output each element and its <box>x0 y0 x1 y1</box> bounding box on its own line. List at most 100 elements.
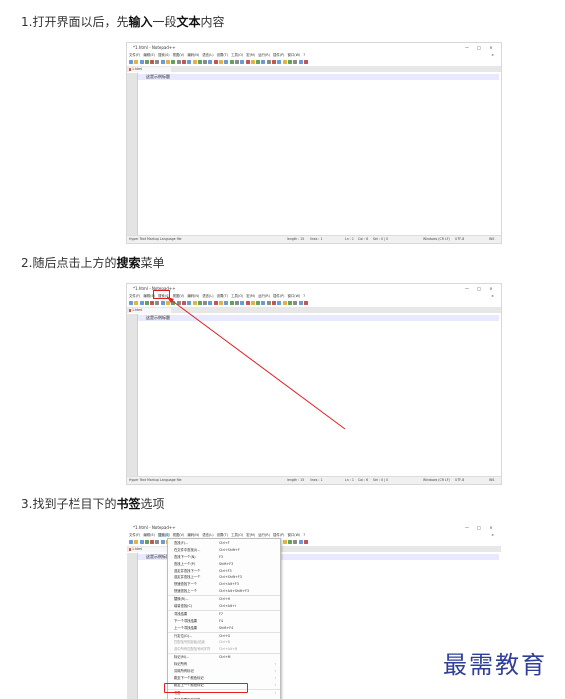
toolbar-button-icon[interactable] <box>219 60 224 64</box>
menu-macro[interactable]: 宏(M) <box>246 533 255 537</box>
menu-language[interactable]: 语言(L) <box>202 53 213 57</box>
toolbar-button-icon[interactable] <box>144 540 149 544</box>
toolbar-button-icon[interactable] <box>144 60 149 64</box>
toolbar-button-icon[interactable] <box>250 60 255 64</box>
toolbar-button-icon[interactable] <box>171 60 176 64</box>
toolbar-button-icon[interactable] <box>139 540 144 544</box>
search-menu-item[interactable]: 选定并查找下一个 Ctrl+F3 <box>168 568 280 575</box>
menu-window[interactable]: 窗口(W) <box>287 533 300 537</box>
search-menu-item[interactable]: 查找上一个(P) Shift+F3 <box>168 561 280 568</box>
menu-settings[interactable]: 设置(T) <box>217 53 229 57</box>
menu-help[interactable]: ? <box>303 53 305 57</box>
menu-file[interactable]: 文件(F) <box>129 533 140 537</box>
search-menu-item[interactable]: 寻找结果 F7 <box>168 609 280 618</box>
maximize-icon[interactable]: □ <box>473 43 485 52</box>
menu-encoding[interactable]: 编码(N) <box>187 53 199 57</box>
editor-area[interactable]: 这是示例标题 <box>127 73 501 236</box>
search-menu-item[interactable]: 增量查找(C) Ctrl+Alt+I <box>168 603 280 610</box>
toolbar-button-icon[interactable] <box>287 60 292 64</box>
search-menu-item[interactable]: 行定位(G)... Ctrl+G <box>168 631 280 640</box>
search-menu-item[interactable]: 快速查找下一个 Ctrl+Alt+F3 <box>168 581 280 588</box>
menu-settings[interactable]: 设置(T) <box>217 533 229 537</box>
menu-help[interactable]: ? <box>303 533 305 537</box>
toolbar-button-icon[interactable] <box>303 60 308 64</box>
toolbar-button-icon[interactable] <box>129 540 133 544</box>
menu-language[interactable]: 语言(L) <box>202 533 213 537</box>
menu-edit[interactable]: 编辑(E) <box>143 533 155 537</box>
menu-view[interactable]: 视图(V) <box>173 53 185 57</box>
search-menu-item[interactable]: 清除所有标记 › <box>168 668 280 675</box>
toolbar-button-icon[interactable] <box>176 60 181 64</box>
toolbar-button-icon[interactable] <box>229 60 234 64</box>
close-icon[interactable]: × <box>485 523 497 532</box>
menu-view[interactable]: 视图(V) <box>173 533 185 537</box>
toolbar-button-icon[interactable] <box>287 540 292 544</box>
toolbar-button-icon[interactable] <box>266 60 271 64</box>
menu-run[interactable]: 运行(R) <box>258 533 270 537</box>
toolbar-button-icon[interactable] <box>282 540 287 544</box>
menu-run[interactable]: 运行(R) <box>258 53 270 57</box>
toolbar-button-icon[interactable] <box>298 540 303 544</box>
toolbar-button-icon[interactable] <box>272 60 277 64</box>
menu-tools[interactable]: 工具(O) <box>231 53 243 57</box>
toolbar-button-icon[interactable] <box>150 60 155 64</box>
toolbar-button-icon[interactable] <box>303 540 308 544</box>
menu-encoding[interactable]: 编码(N) <box>187 533 199 537</box>
toolbar-button-icon[interactable] <box>134 540 139 544</box>
toolbar-button-icon[interactable] <box>160 540 165 544</box>
tab-file[interactable]: 1.html <box>129 67 171 72</box>
search-menu-item[interactable]: 标记(M)... Ctrl+M <box>168 653 280 661</box>
menu-tools[interactable]: 工具(O) <box>231 533 243 537</box>
toolbar-button-icon[interactable] <box>155 540 160 544</box>
toolbar-button-icon[interactable] <box>261 60 266 64</box>
maximize-icon[interactable]: □ <box>473 523 485 532</box>
menu-window[interactable]: 窗口(W) <box>287 53 300 57</box>
search-menu-item[interactable]: 下一个寻找结果 F4 <box>168 618 280 625</box>
toolbar-button-icon[interactable] <box>240 60 245 64</box>
tab-file[interactable]: 1.html <box>129 547 171 552</box>
menu-search[interactable]: 搜索(S) <box>158 53 170 57</box>
search-menu-item[interactable]: 选定并查找上一个 Ctrl+Shift+F3 <box>168 574 280 581</box>
toolbar-button-icon[interactable] <box>197 60 202 64</box>
search-menu-item[interactable]: 选中所有匹配括号间字符 Ctrl+Alt+B <box>168 646 280 653</box>
toolbar-button-icon[interactable] <box>166 60 171 64</box>
toolbar-button-icon[interactable] <box>192 60 197 64</box>
toolbar-button-icon[interactable] <box>187 60 192 64</box>
search-menu-item[interactable]: 查找下一个(N) F3 <box>168 554 280 561</box>
toolbar-button-icon[interactable] <box>293 540 298 544</box>
menu-macro[interactable]: 宏(M) <box>246 53 255 57</box>
toolbar-button-icon[interactable] <box>160 60 165 64</box>
search-menu-item[interactable]: 上一个寻找结果 Shift+F4 <box>168 625 280 632</box>
toolbar-button-icon[interactable] <box>245 60 250 64</box>
search-menu-item[interactable]: 在文件中查找(I)... Ctrl+Shift+F <box>168 547 280 554</box>
search-menu-item[interactable]: 匹配括号的起始/结束 Ctrl+B <box>168 639 280 646</box>
menu-edit[interactable]: 编辑(E) <box>143 53 155 57</box>
toolbar-button-icon[interactable] <box>203 60 208 64</box>
toolbar-button-icon[interactable] <box>234 60 239 64</box>
toolbar-button-icon[interactable] <box>129 60 133 64</box>
search-menu-item[interactable]: 标记所有 › <box>168 661 280 668</box>
search-menu-item[interactable]: 替换(R)... Ctrl+H <box>168 595 280 603</box>
toolbar-button-icon[interactable] <box>213 60 218 64</box>
close-icon[interactable]: × <box>485 43 497 52</box>
toolbar-button-icon[interactable] <box>282 60 287 64</box>
toolbar-button-icon[interactable] <box>208 60 213 64</box>
search-menu-item[interactable]: 跳至下一个颜色标记 › <box>168 675 280 682</box>
toolbar-button-icon[interactable] <box>256 60 261 64</box>
search-menu-item[interactable]: 快速查找上一个 Ctrl+Alt+Shift+F3 <box>168 588 280 595</box>
toolbar-button-icon[interactable] <box>134 60 139 64</box>
toolbar-button-icon[interactable] <box>155 60 160 64</box>
minimize-icon[interactable]: — <box>461 43 473 52</box>
menu-search[interactable]: 搜索(S) <box>157 533 170 537</box>
toolbar-button-icon[interactable] <box>293 60 298 64</box>
menu-file[interactable]: 文件(F) <box>129 53 140 57</box>
toolbar-button-icon[interactable] <box>150 540 155 544</box>
toolbar-button-icon[interactable] <box>298 60 303 64</box>
toolbar-button-icon[interactable] <box>277 60 282 64</box>
menu-plugins[interactable]: 插件(P) <box>273 533 284 537</box>
menu-plugins[interactable]: 插件(P) <box>273 53 284 57</box>
close-doc-icon[interactable]: × <box>491 532 494 538</box>
toolbar-button-icon[interactable] <box>139 60 144 64</box>
search-menu-item[interactable]: 查找(F)... Ctrl+F <box>168 540 280 547</box>
toolbar-button-icon[interactable] <box>181 60 186 64</box>
